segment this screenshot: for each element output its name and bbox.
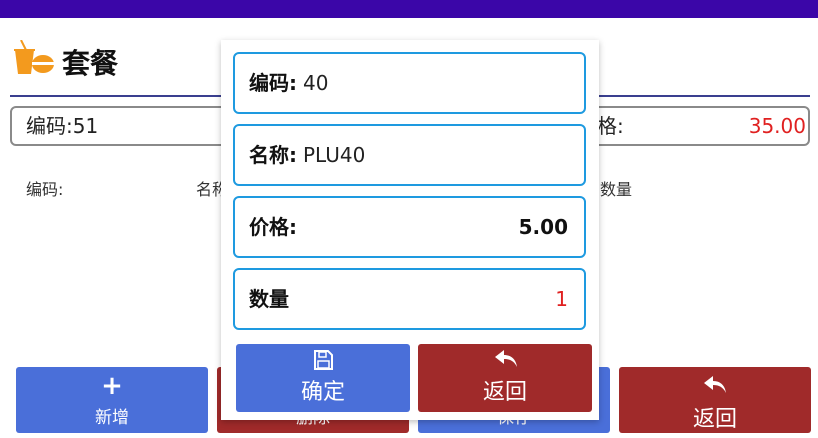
confirm-button[interactable]: 确定 — [236, 344, 410, 412]
column-header-code: 编码: — [26, 180, 64, 199]
code-field[interactable]: 编码:51 — [10, 106, 235, 146]
dialog-name-value: PLU40 — [303, 143, 366, 167]
back-button[interactable]: 返回 — [619, 367, 811, 433]
reply-arrow-icon — [619, 373, 811, 399]
price-field[interactable]: 格: 35.00 — [583, 106, 810, 146]
confirm-button-label: 确定 — [300, 380, 345, 405]
dialog-price-field[interactable]: 价格: 5.00 — [233, 196, 586, 258]
reply-arrow-icon — [495, 350, 517, 370]
item-dialog: 编码: 40 名称: PLU40 价格: 5.00 数量 1 确定 返回 — [221, 40, 599, 420]
save-icon — [313, 350, 333, 370]
drink-burger-icon — [12, 39, 56, 80]
price-field-label: 格: — [597, 114, 624, 138]
dialog-qty-field[interactable]: 数量 1 — [233, 268, 586, 330]
dialog-qty-label: 数量 — [249, 287, 289, 311]
plus-icon: + — [101, 371, 123, 401]
dialog-price-value: 5.00 — [518, 215, 568, 239]
price-field-value: 35.00 — [748, 114, 806, 138]
dialog-name-label: 名称: — [249, 143, 297, 167]
add-button-label: 新增 — [95, 408, 129, 428]
page-title: 套餐 — [62, 47, 119, 80]
dialog-code-label: 编码: — [249, 71, 297, 95]
dialog-qty-value: 1 — [555, 287, 568, 311]
dialog-back-button[interactable]: 返回 — [418, 344, 592, 412]
dialog-price-label: 价格: — [249, 215, 297, 239]
dialog-back-button-label: 返回 — [482, 380, 527, 405]
dialog-code-value: 40 — [303, 71, 329, 95]
add-button[interactable]: + 新增 — [16, 367, 208, 433]
dialog-name-field[interactable]: 名称: PLU40 — [233, 124, 586, 186]
column-header-qty: 数量 — [600, 180, 633, 199]
back-button-label: 返回 — [692, 407, 737, 432]
status-bar — [0, 0, 818, 18]
dialog-code-field[interactable]: 编码: 40 — [233, 52, 586, 114]
